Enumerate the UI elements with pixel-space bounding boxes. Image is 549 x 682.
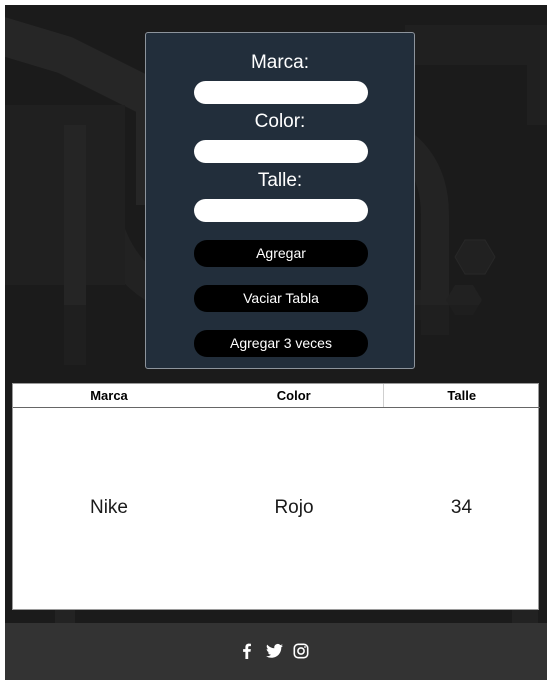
color-label: Color: <box>254 111 306 132</box>
header-color: Color <box>205 384 384 408</box>
clear-table-button[interactable]: Vaciar Tabla <box>194 285 368 312</box>
main-section: - Marca: Color: Talle: Agregar Vaciar Ta… <box>5 5 547 623</box>
color-input[interactable] <box>194 140 368 163</box>
shoes-table: Marca Color Talle Nike Rojo 34 <box>12 383 540 610</box>
table-row: Nike Rojo 34 <box>13 407 540 608</box>
table-header-row: Marca Color Talle <box>13 384 540 408</box>
facebook-icon[interactable] <box>239 643 255 659</box>
add-three-times-button[interactable]: Agregar 3 veces <box>194 330 368 357</box>
header-marca: Marca <box>13 384 205 408</box>
page: - Marca: Color: Talle: Agregar Vaciar Ta… <box>5 5 547 680</box>
social-links <box>239 643 309 659</box>
marca-label: Marca: <box>250 52 310 73</box>
title-fragment: - <box>270 5 284 7</box>
add-button[interactable]: Agregar <box>194 240 368 267</box>
talle-label: Talle: <box>257 170 303 191</box>
cell-talle: 34 <box>450 496 473 518</box>
cell-marca: Nike <box>89 496 128 518</box>
talle-input[interactable] <box>194 199 368 222</box>
cell-color: Rojo <box>274 496 314 518</box>
form-panel: Marca: Color: Talle: Agregar Vaciar Tabl… <box>145 32 415 369</box>
header-talle: Talle <box>383 384 540 408</box>
twitter-icon[interactable] <box>266 643 283 659</box>
marca-input[interactable] <box>194 81 368 104</box>
footer <box>5 623 547 680</box>
instagram-icon[interactable] <box>293 643 309 659</box>
table: Marca Color Talle Nike Rojo 34 <box>13 384 540 608</box>
